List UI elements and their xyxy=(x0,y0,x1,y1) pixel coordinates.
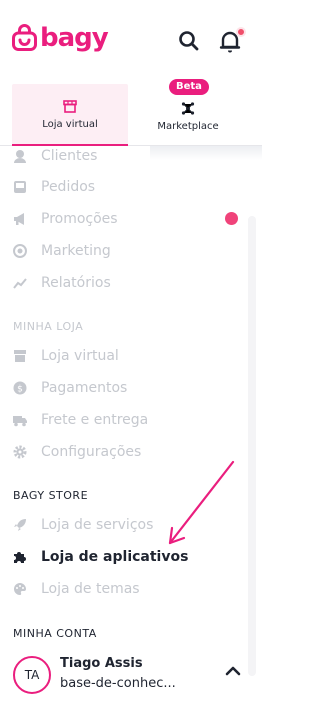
menu-item-label: Loja virtual xyxy=(41,348,119,364)
new-indicator-dot xyxy=(225,212,238,225)
main-tabs: Loja virtual Marketplace xyxy=(0,84,262,146)
search-icon[interactable] xyxy=(176,28,202,54)
tab-loja-virtual[interactable]: Loja virtual xyxy=(12,84,128,146)
user-icon xyxy=(14,150,26,163)
menu-item-loja-servicos[interactable]: Loja de serviços xyxy=(13,515,153,535)
menu-item-frete[interactable]: Frete e entrega xyxy=(13,410,148,430)
account-store: base-de-conhec... xyxy=(60,676,176,691)
section-title-bagy-store: BAGY STORE xyxy=(13,489,89,502)
target-icon xyxy=(13,244,27,258)
menu-item-clientes[interactable]: Clientes xyxy=(13,146,97,166)
account-switcher[interactable]: TA Tiago Assis base-de-conhec... xyxy=(0,644,262,705)
menu-item-loja-temas[interactable]: Loja de temas xyxy=(13,579,140,599)
tab-label: Marketplace xyxy=(157,121,219,132)
truck-icon xyxy=(13,416,27,427)
store-icon xyxy=(63,100,77,113)
section-title-minha-conta: MINHA CONTA xyxy=(13,627,97,640)
menu-item-label: Frete e entrega xyxy=(41,412,149,428)
top-header: bagy xyxy=(0,0,262,84)
brand-name: bagy xyxy=(40,22,109,53)
marketplace-icon xyxy=(181,102,195,115)
avatar: TA xyxy=(13,656,51,694)
chart-line-icon xyxy=(13,278,27,289)
bagy-logo[interactable]: bagy xyxy=(12,22,109,53)
scrollbar[interactable] xyxy=(248,216,256,676)
inbox-icon xyxy=(14,181,26,193)
svg-text:$: $ xyxy=(17,385,23,395)
gear-icon xyxy=(13,445,27,459)
palette-icon xyxy=(14,583,26,595)
menu-item-label: Pedidos xyxy=(41,179,96,195)
menu-item-loja-virtual[interactable]: Loja virtual xyxy=(13,346,119,366)
menu-item-pedidos[interactable]: Pedidos xyxy=(13,177,95,197)
notifications-button[interactable] xyxy=(217,27,246,54)
chevron-up-icon[interactable] xyxy=(224,664,242,678)
menu-item-label: Configurações xyxy=(41,444,142,460)
scroll-shadow xyxy=(150,146,262,160)
menu-item-promocoes[interactable]: Promoções xyxy=(13,209,118,229)
beta-badge: Beta xyxy=(169,79,209,95)
account-name: Tiago Assis xyxy=(60,656,143,671)
menu-item-label: Pagamentos xyxy=(41,380,128,396)
shopping-bag-icon xyxy=(12,24,37,51)
menu-item-marketing[interactable]: Marketing xyxy=(13,241,111,261)
menu-item-label: Marketing xyxy=(41,243,111,259)
menu-item-label: Loja de aplicativos xyxy=(41,549,189,565)
megaphone-icon xyxy=(14,213,24,225)
rocket-icon xyxy=(14,519,26,531)
menu-item-configuracoes[interactable]: Configurações xyxy=(13,442,141,462)
menu-item-label: Loja de serviços xyxy=(41,517,154,533)
menu-item-label: Promoções xyxy=(41,211,118,227)
sidebar-menu: Clientes Pedidos Promoções Marketing Rel… xyxy=(0,146,262,705)
menu-item-label: Clientes xyxy=(41,148,98,164)
menu-item-label: Loja de temas xyxy=(41,581,140,597)
puzzle-icon xyxy=(14,552,26,563)
tab-label: Loja virtual xyxy=(42,119,98,130)
dollar-icon: $ xyxy=(13,381,27,395)
menu-item-pagamentos[interactable]: $ Pagamentos xyxy=(13,378,127,398)
menu-item-loja-aplicativos[interactable]: Loja de aplicativos xyxy=(13,547,188,567)
menu-item-relatorios[interactable]: Relatórios xyxy=(13,273,111,293)
notification-dot xyxy=(236,27,246,37)
menu-item-label: Relatórios xyxy=(41,275,111,291)
section-title-minha-loja: MINHA LOJA xyxy=(13,320,84,333)
store-icon xyxy=(14,350,26,362)
